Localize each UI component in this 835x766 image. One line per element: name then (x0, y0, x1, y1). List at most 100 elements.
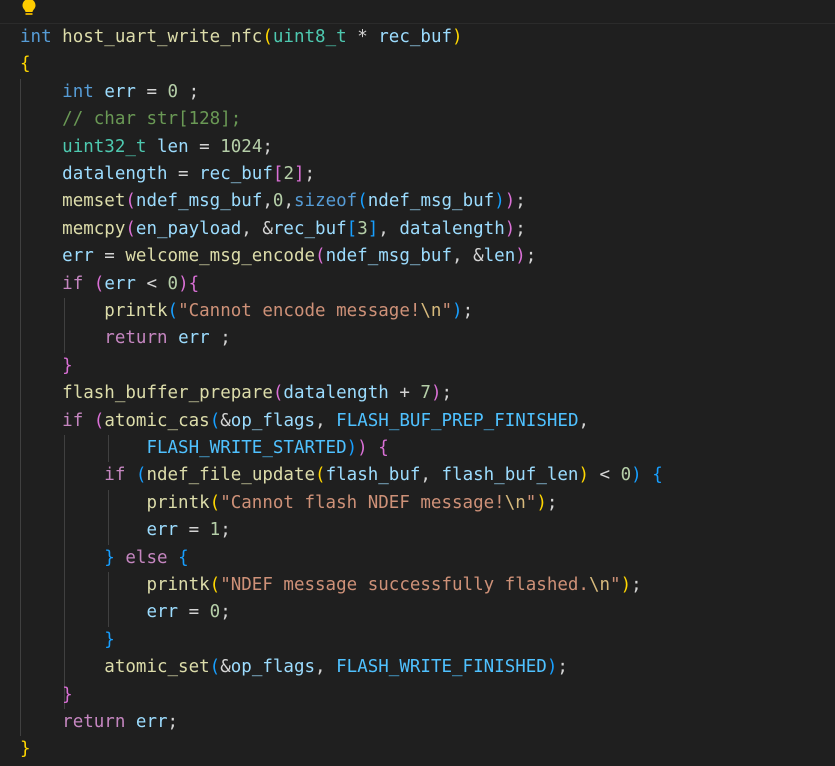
code-token: rec_buf (378, 27, 453, 47)
code-token: ; (220, 520, 231, 541)
code-token: ndef_msg_buf (325, 246, 453, 267)
code-token: ) (578, 465, 590, 486)
code-token: ; (220, 602, 231, 623)
code-token: err (178, 328, 210, 349)
code-token: ( (125, 191, 136, 212)
code-token: en_payload (135, 218, 242, 239)
code-line: } (20, 682, 73, 709)
code-line: err = welcome_msg_encode(ndef_msg_buf, &… (20, 243, 536, 270)
code-line: atomic_set(&op_flags, FLASH_WRITE_FINISH… (20, 654, 568, 681)
code-token: ( (125, 218, 136, 239)
code-token: = (167, 164, 200, 184)
code-token: op_flags (230, 657, 316, 678)
code-token: } (20, 739, 31, 760)
code-token: { (652, 465, 663, 486)
code-token: welcome_msg_encode (125, 246, 316, 267)
code-token: printk (104, 301, 168, 321)
code-token: , (420, 465, 442, 486)
code-token: uint8_t (272, 27, 347, 47)
code-token: err (146, 602, 179, 623)
code-token: [ (346, 218, 358, 239)
code-token: { (20, 54, 31, 75)
code-token: ] (367, 218, 379, 239)
code-line: // char str[128]; (20, 106, 241, 133)
code-token: int (62, 81, 94, 102)
code-token: int (20, 27, 52, 47)
code-token: "Cannot encode message! (178, 301, 421, 321)
code-token: ) (452, 27, 463, 47)
code-token: printk (146, 575, 210, 595)
code-token: uint32_t (62, 136, 147, 157)
code-token: , (578, 410, 590, 431)
code-token: 0 (209, 602, 221, 623)
code-token: ( (93, 410, 105, 431)
code-token: + (388, 383, 421, 404)
lightbulb-icon[interactable] (20, 0, 38, 18)
code-token: flash_buf_len (441, 465, 579, 486)
code-line: flash_buffer_prepare(datalength + 7); (20, 380, 452, 407)
code-token: rec_buf (199, 164, 273, 184)
current-line-highlight (0, 0, 835, 24)
code-token: ) (346, 438, 358, 458)
code-token: 0 (620, 465, 632, 486)
code-token: datalength (399, 218, 505, 239)
code-token: } (62, 684, 73, 705)
code-token: , (378, 218, 400, 239)
code-line: printk("NDEF message successfully flashe… (20, 572, 641, 599)
code-token: flash_buf (325, 465, 421, 486)
code-token: flash_buffer_prepare (62, 383, 273, 404)
code-token: ) (452, 301, 463, 321)
code-token: ( (315, 465, 326, 486)
code-token: = (178, 520, 210, 541)
code-token: 2 (283, 164, 294, 184)
code-token: ; (178, 81, 200, 102)
code-token: datalength (62, 164, 168, 184)
code-token: if (62, 410, 84, 431)
code-line: return err; (20, 709, 178, 736)
code-line: { (20, 51, 31, 78)
code-token: ) (178, 273, 189, 294)
code-token: , (283, 191, 294, 212)
code-token: \n (420, 301, 442, 321)
code-token: FLASH_BUF_PREP_FINISHED (336, 410, 579, 431)
code-editor[interactable]: int host_uart_write_nfc(uint8_t * rec_bu… (0, 0, 835, 766)
code-line: printk("Cannot encode message!\n"); (20, 298, 473, 325)
code-token: FLASH_WRITE_FINISHED (336, 657, 547, 678)
code-line: } else { (20, 545, 188, 572)
code-line: if (ndef_file_update(flash_buf, flash_bu… (20, 462, 663, 489)
code-line: FLASH_WRITE_STARTED)) { (20, 435, 388, 462)
code-line: } (20, 353, 73, 380)
code-token: ; (462, 301, 474, 321)
code-token: 1 (209, 520, 221, 541)
code-token: " (610, 575, 621, 595)
code-token: if (62, 273, 84, 294)
code-token: \n (504, 492, 526, 513)
code-token: = (93, 246, 126, 267)
code-line: memcpy(en_payload, &rec_buf[3], dataleng… (20, 216, 526, 243)
code-token: ( (209, 575, 221, 595)
code-line: if (atomic_cas(&op_flags, FLASH_BUF_PREP… (20, 408, 589, 435)
code-line: printk("Cannot flash NDEF message!\n"); (20, 490, 557, 517)
code-token: , & (241, 218, 273, 239)
code-token: ; (515, 191, 526, 212)
code-token: ( (209, 410, 221, 431)
code-token: & (220, 657, 231, 678)
code-token: ) (494, 191, 505, 212)
code-token: 3 (357, 218, 368, 239)
code-token: err (104, 81, 136, 102)
